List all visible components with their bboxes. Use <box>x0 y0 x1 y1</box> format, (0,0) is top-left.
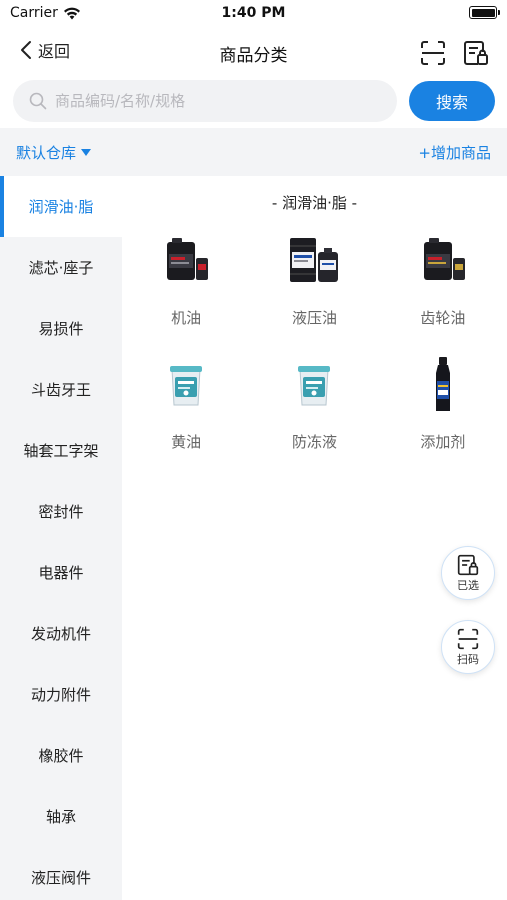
sidebar-item[interactable]: 易损件 <box>0 298 122 359</box>
category-card[interactable]: 黄油 <box>122 355 250 479</box>
category-sidebar: 润滑油·脂 滤芯·座子 易损件 斗齿牙王 轴套工字架 密封件 电器件 发动机件 动力附件 橡胶件轴… <box>0 176 122 900</box>
sidebar-item[interactable]: 轴承 <box>0 786 122 847</box>
antifreeze-bucket-icon <box>284 355 344 415</box>
hydraulic-oil-drum-icon <box>284 231 344 291</box>
add-goods-button[interactable]: +增加商品 <box>418 142 491 163</box>
list-icon <box>457 554 479 575</box>
warehouse-selector[interactable]: 默认仓库 <box>16 142 92 163</box>
category-card[interactable]: 机油 <box>122 231 250 355</box>
back-button[interactable]: 返回 <box>20 38 70 62</box>
scan-button[interactable] <box>420 40 446 66</box>
grease-bucket-icon <box>156 355 216 415</box>
section-title: - 润滑油·脂 - <box>271 194 358 212</box>
status-bar: Carrier 1:40 PM <box>0 0 507 28</box>
list-icon <box>464 41 488 65</box>
sidebar-item[interactable]: 斗齿牙王 <box>0 359 122 420</box>
warehouse-label: 默认仓库 <box>16 144 77 162</box>
selected-items-button[interactable]: 已选 <box>441 546 495 600</box>
category-label: 黄油 <box>171 433 202 451</box>
category-grid: 机油 液压油 齿轮油 黄油 防冻液 添加剂 <box>122 231 507 479</box>
category-card[interactable]: 液压油 <box>250 231 378 355</box>
navigation-bar: 返回 商品分类 <box>0 28 507 76</box>
category-label: 齿轮油 <box>420 309 466 327</box>
category-card[interactable]: 防冻液 <box>250 355 378 479</box>
sidebar-item[interactable]: 轴套工字架 <box>0 420 122 481</box>
search-input[interactable] <box>55 92 375 110</box>
caret-down-icon <box>81 148 92 156</box>
selected-list-button[interactable] <box>463 40 489 66</box>
scan-code-button[interactable]: 扫码 <box>441 620 495 674</box>
warehouse-toolbar: 默认仓库 +增加商品 <box>0 128 507 176</box>
selected-label: 已选 <box>457 578 479 592</box>
additive-bottle-icon <box>413 355 473 415</box>
back-label: 返回 <box>38 42 71 61</box>
battery-icon <box>469 6 500 19</box>
chevron-left-icon <box>21 41 31 59</box>
category-label: 防冻液 <box>291 433 337 451</box>
category-label: 添加剂 <box>420 433 466 451</box>
sidebar-item[interactable]: 橡胶件 <box>0 725 122 786</box>
category-content: - 润滑油·脂 - 机油 液压油 齿轮油 黄油 防冻液 添加剂 <box>122 176 507 900</box>
category-label: 机油 <box>171 309 202 327</box>
category-card[interactable]: 齿轮油 <box>379 231 507 355</box>
search-row: 搜索 <box>0 78 507 124</box>
clock: 1:40 PM <box>221 5 286 21</box>
category-card[interactable]: 添加剂 <box>379 355 507 479</box>
search-icon <box>29 92 47 110</box>
scan-icon <box>457 628 479 649</box>
sidebar-item[interactable]: 滤芯·座子 <box>0 237 122 298</box>
search-box[interactable] <box>13 80 397 122</box>
engine-oil-can-icon <box>156 231 216 291</box>
gear-oil-can-icon <box>413 231 473 291</box>
sidebar-item[interactable]: 发动机件 <box>0 603 122 664</box>
sidebar-item[interactable]: 液压阀件 <box>0 847 122 900</box>
sidebar-item[interactable]: 密封件 <box>0 481 122 542</box>
category-label: 液压油 <box>291 309 337 327</box>
sidebar-item[interactable]: 润滑油·脂 <box>0 176 122 237</box>
scan-label: 扫码 <box>457 652 479 666</box>
search-button[interactable]: 搜索 <box>409 81 495 121</box>
sidebar-item[interactable]: 动力附件 <box>0 664 122 725</box>
sidebar-item[interactable]: 电器件 <box>0 542 122 603</box>
scan-icon <box>421 41 445 65</box>
